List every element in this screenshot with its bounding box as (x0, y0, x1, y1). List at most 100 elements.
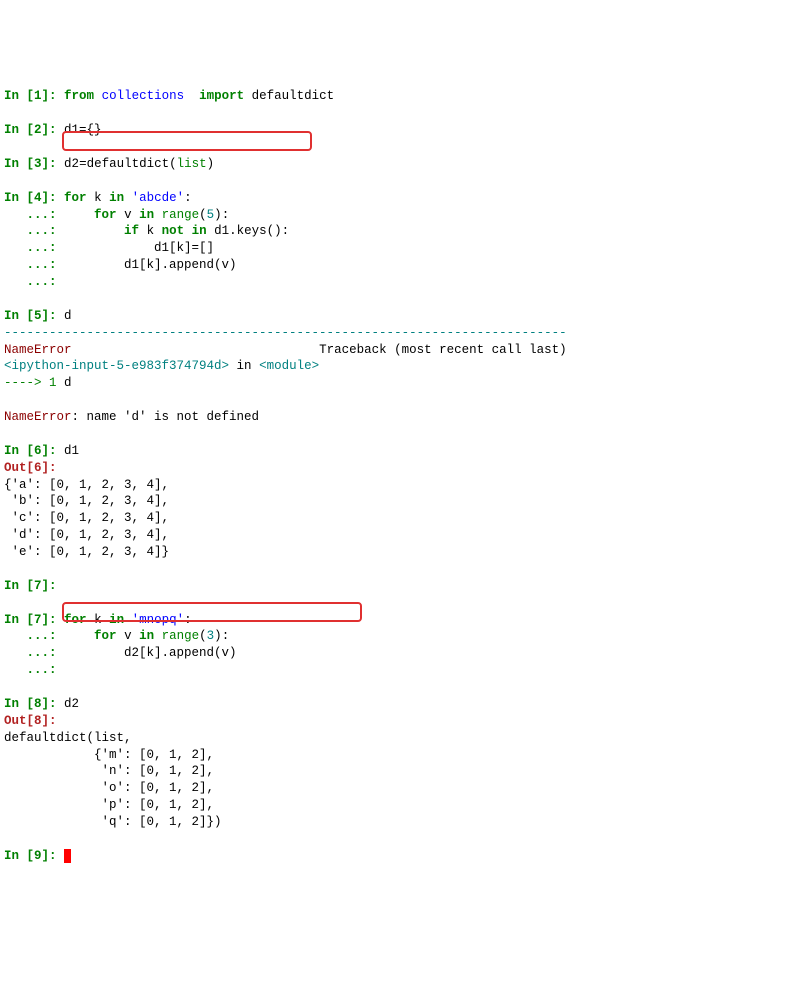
in-prompt-num: 7 (34, 613, 42, 627)
out-prompt-num: 8 (34, 714, 42, 728)
in-prompt: In [ (4, 191, 34, 205)
error-arrow: ----> 1 (4, 376, 57, 390)
out-line: 'b': [0, 1, 2, 3, 4], (4, 494, 169, 508)
paren-open: ( (169, 157, 177, 171)
cursor-icon (64, 849, 71, 863)
var-v: v (124, 208, 132, 222)
cell-in-4: In [4]: for k in 'abcde': ...: for v in … (4, 191, 289, 289)
out-line: 'e': [0, 1, 2, 3, 4]} (4, 545, 169, 559)
continuation: ...: (4, 224, 64, 238)
cell-in-1: In [1]: from collections import defaultd… (4, 89, 334, 103)
out-line: 'p': [0, 1, 2], (4, 798, 214, 812)
in-prompt: In [ (4, 89, 34, 103)
in-prompt: In [ (4, 157, 34, 171)
stmt-append: d1[k].append(v) (124, 258, 237, 272)
in-prompt: In [ (4, 444, 34, 458)
out-line: defaultdict(list, (4, 731, 132, 745)
indent (64, 241, 154, 255)
paren-open: ( (199, 629, 207, 643)
in-prompt-close: ]: (42, 89, 65, 103)
cell-out-6: Out[6]: {'a': [0, 1, 2, 3, 4], 'b': [0, … (4, 461, 169, 559)
continuation: ...: (4, 258, 64, 272)
out-line: 'd': [0, 1, 2, 3, 4], (4, 528, 169, 542)
code-d1: d1 (64, 444, 79, 458)
in-prompt-close: ]: (42, 613, 65, 627)
indent (64, 224, 124, 238)
error-line: d (57, 376, 72, 390)
out-line: 'n': [0, 1, 2], (4, 764, 214, 778)
indent (64, 629, 94, 643)
continuation: ...: (4, 208, 64, 222)
in-prompt: In [ (4, 613, 34, 627)
in-prompt: In [ (4, 849, 34, 863)
in-prompt-num: 4 (34, 191, 42, 205)
cell-in-9[interactable]: In [9]: (4, 849, 71, 863)
import-target: defaultdict (252, 89, 335, 103)
error-separator: ----------------------------------------… (4, 326, 567, 340)
traceback-loc: <ipython-input-5-e983f374794d> (4, 359, 229, 373)
in-prompt-close: ]: (42, 444, 65, 458)
str-mnopq: 'mnopq' (132, 613, 185, 627)
kw-in: in (192, 224, 207, 238)
str-abcde: 'abcde' (132, 191, 185, 205)
cell-in-5: In [5]: d (4, 309, 72, 323)
in-prompt: In [ (4, 309, 34, 323)
in-prompt-num: 6 (34, 444, 42, 458)
fn-range: range (162, 208, 200, 222)
in-prompt-close: ]: (42, 579, 65, 593)
indent (64, 258, 124, 272)
out-line: 'c': [0, 1, 2, 3, 4], (4, 511, 169, 525)
colon: : (184, 191, 192, 205)
out-line: {'m': [0, 1, 2], (4, 748, 214, 762)
cell-in-2: In [2]: d1={} (4, 123, 102, 137)
continuation: ...: (4, 241, 64, 255)
ipython-terminal[interactable]: In [1]: from collections import defaultd… (4, 72, 796, 916)
kw-in: in (109, 191, 124, 205)
colon: : (282, 224, 290, 238)
in-prompt: In [ (4, 123, 34, 137)
code-d2: d2 (64, 697, 79, 711)
in-prompt-num: 5 (34, 309, 42, 323)
arg-list: list (177, 157, 207, 171)
paren-close: ) (207, 157, 215, 171)
in-prompt: In [ (4, 579, 34, 593)
kw-for: for (94, 208, 117, 222)
in-prompt-num: 8 (34, 697, 42, 711)
traceback-module: <module> (259, 359, 319, 373)
kw-not: not (162, 224, 185, 238)
out-prompt-close: ]: (42, 461, 57, 475)
code-d: d (64, 309, 72, 323)
exc-name: NameError (4, 410, 72, 424)
exc-name: NameError (4, 343, 72, 357)
in-word: in (229, 359, 259, 373)
var-k: k (94, 191, 102, 205)
paren-open: ( (199, 208, 207, 222)
continuation: ...: (4, 275, 64, 289)
indent (64, 208, 94, 222)
continuation: ...: (4, 663, 64, 677)
out-line: 'q': [0, 1, 2]}) (4, 815, 222, 829)
traceback-label: Traceback (most recent call last) (319, 343, 567, 357)
var-d2: d2 (64, 157, 79, 171)
kw-in: in (139, 208, 154, 222)
kw-for: for (64, 191, 87, 205)
kw-for: for (94, 629, 117, 643)
stmt-append: d2[k].append(v) (124, 646, 237, 660)
in-prompt-close: ]: (42, 697, 65, 711)
out-prompt: Out[ (4, 714, 34, 728)
kw-from: from (64, 89, 94, 103)
indent (64, 646, 124, 660)
module-name: collections (102, 89, 185, 103)
continuation: ...: (4, 646, 64, 660)
op-eq: = (79, 157, 87, 171)
in-prompt-close: ]: (42, 309, 65, 323)
in-prompt-close: ]: (42, 157, 65, 171)
cell-in-7: In [7]: for k in 'mnopq': ...: for v in … (4, 613, 237, 678)
in-prompt-num: 7 (34, 579, 42, 593)
var-v: v (124, 629, 132, 643)
cell-in-7-empty: In [7]: (4, 579, 64, 593)
kw-for: for (64, 613, 87, 627)
kw-if: if (124, 224, 139, 238)
fn-range: range (162, 629, 200, 643)
var-k: k (147, 224, 155, 238)
